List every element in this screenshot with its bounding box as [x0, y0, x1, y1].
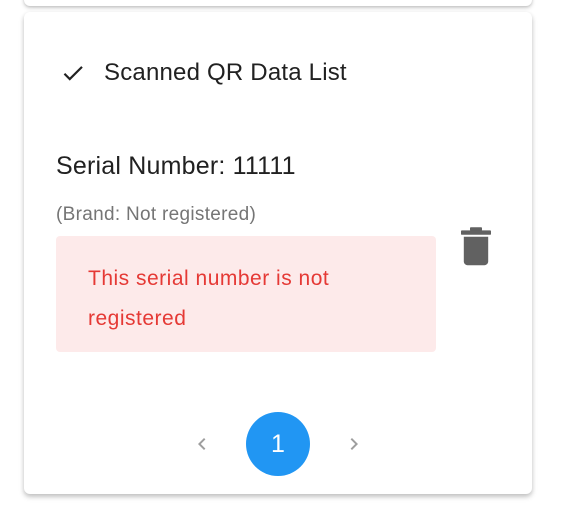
chevron-left-icon: [198, 438, 206, 450]
next-page-button[interactable]: [342, 432, 366, 456]
card-header: Scanned QR Data List: [60, 58, 347, 88]
page-1-button[interactable]: 1: [246, 412, 310, 476]
card-title: Scanned QR Data List: [104, 59, 347, 86]
trash-icon: [459, 226, 493, 271]
chevron-right-icon: [350, 438, 358, 450]
error-alert-text: This serial number is not registered: [88, 267, 330, 330]
previous-page-button[interactable]: [190, 432, 214, 456]
pagination: 1: [24, 412, 532, 476]
previous-card-edge: [24, 0, 532, 6]
check-icon: [60, 60, 86, 86]
serial-number-label: Serial Number: 11111: [56, 152, 296, 180]
delete-button[interactable]: [454, 226, 498, 270]
error-alert: This serial number is not registered: [56, 236, 436, 352]
brand-label: (Brand: Not registered): [56, 204, 257, 225]
scanned-data-card: Scanned QR Data List Serial Number: 1111…: [24, 12, 532, 494]
